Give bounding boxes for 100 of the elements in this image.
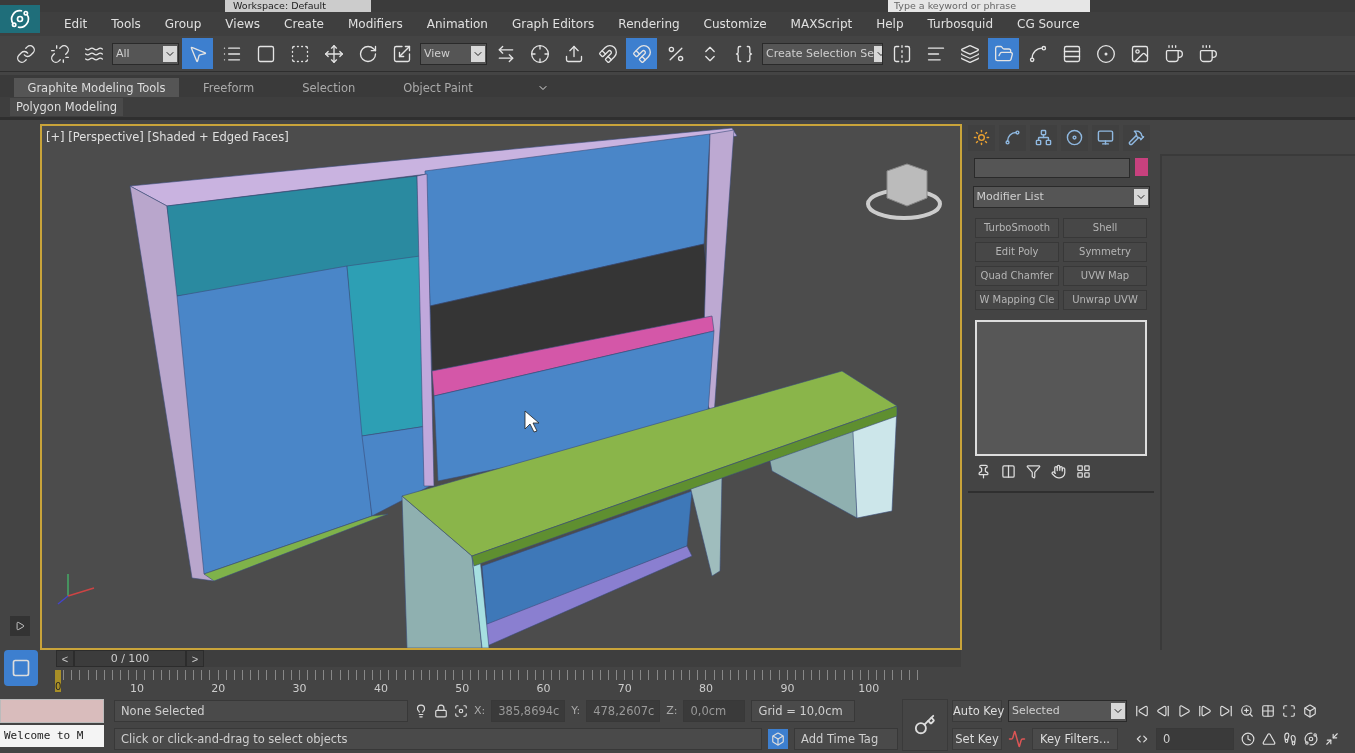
braces-icon: [733, 43, 754, 64]
menu-item[interactable]: Group: [152, 16, 214, 31]
z-field[interactable]: 0,0cm: [683, 700, 746, 722]
y-field[interactable]: 478,2607c: [586, 700, 661, 722]
view-cube-drawing[interactable]: [866, 163, 942, 220]
frame-number: 70: [617, 682, 632, 695]
funnel-icon[interactable]: [1026, 464, 1041, 479]
zoom-icon[interactable]: [1240, 704, 1254, 718]
menu-item[interactable]: Rendering: [606, 16, 692, 31]
set-key-button[interactable]: Set Key: [952, 728, 1002, 750]
ribbon-tab[interactable]: Object Paint: [379, 78, 497, 98]
step-back-icon[interactable]: [1156, 704, 1170, 718]
menu-item[interactable]: Turbosquid: [915, 16, 1005, 31]
lock-icon[interactable]: [434, 704, 448, 718]
play-icon[interactable]: [1177, 704, 1191, 718]
search-field[interactable]: Type a keyword or phrase: [888, 0, 1090, 12]
modifier-button[interactable]: Symmetry: [1063, 242, 1147, 262]
frame-field[interactable]: 0: [1156, 728, 1234, 750]
thumbnail-button[interactable]: [4, 650, 38, 686]
ribbon-tab[interactable]: Graphite Modeling Tools: [14, 78, 179, 98]
modifier-button[interactable]: Shell: [1063, 218, 1147, 238]
modifier-stack[interactable]: [975, 320, 1147, 456]
toolbar-button[interactable]: [182, 38, 213, 70]
menu-item[interactable]: Help: [864, 16, 916, 31]
add-time-tag-field[interactable]: Add Time Tag: [794, 728, 898, 750]
ribbon-tab[interactable]: Selection: [278, 78, 380, 98]
grid-icon[interactable]: [1261, 704, 1275, 718]
menu-item[interactable]: Animation: [414, 16, 500, 31]
previous-frame-button[interactable]: <: [56, 650, 74, 668]
pin-icon[interactable]: [976, 464, 991, 479]
modifier-button[interactable]: W Mapping Cle: [975, 290, 1059, 310]
menu-item[interactable]: CG Source: [1005, 16, 1092, 31]
clock-icon[interactable]: [1241, 732, 1255, 746]
scale-icon: [391, 43, 412, 64]
skip-back-icon[interactable]: [1135, 704, 1149, 718]
panel-tab[interactable]: [999, 125, 1026, 151]
focus-icon[interactable]: [454, 704, 468, 718]
panel-tab[interactable]: [1123, 125, 1150, 151]
hand-icon[interactable]: [1051, 464, 1066, 479]
script-listener-field[interactable]: [0, 699, 104, 723]
script-listener-text[interactable]: Welcome to M: [0, 725, 104, 747]
expand-button[interactable]: [10, 616, 30, 636]
cube-icon[interactable]: [1303, 704, 1317, 718]
panel-tab[interactable]: [1030, 125, 1057, 151]
modifier-button[interactable]: UVW Map: [1063, 266, 1147, 286]
menu-item[interactable]: Tools: [99, 16, 153, 31]
x-field[interactable]: 385,8694c: [491, 700, 566, 722]
maximize-icon[interactable]: [1282, 704, 1296, 718]
auto-key-button[interactable]: Auto Key: [952, 700, 1002, 722]
dashed-square-icon: [289, 43, 310, 64]
triangle-icon[interactable]: [1262, 732, 1276, 746]
key-mode-icon[interactable]: [1135, 732, 1149, 746]
time-slider-handle[interactable]: 0 / 100: [74, 650, 186, 668]
key-mode-dropdown[interactable]: Selected: [1008, 700, 1127, 722]
name-field[interactable]: [974, 158, 1130, 178]
set-keys-button[interactable]: [902, 699, 948, 751]
time-tag-icon[interactable]: [768, 729, 788, 749]
next-frame-button[interactable]: >: [186, 650, 204, 668]
modifier-button[interactable]: TurboSmooth: [975, 218, 1059, 238]
panel-tab[interactable]: [1092, 125, 1119, 151]
modifier-button[interactable]: Quad Chamfer: [975, 266, 1059, 286]
teapot-icon: [1197, 43, 1218, 64]
panel-tab[interactable]: [968, 125, 995, 151]
viewport[interactable]: [+] [Perspective] [Shaded + Edged Faces]: [40, 124, 962, 650]
dropdown[interactable]: View: [420, 42, 487, 65]
minimize-icon[interactable]: [1325, 732, 1339, 746]
grid-icon[interactable]: [1076, 464, 1091, 479]
footprints-icon[interactable]: [1283, 732, 1297, 746]
panel-tab[interactable]: [1061, 125, 1088, 151]
app-logo[interactable]: [0, 4, 40, 33]
dropdown[interactable]: Create Selection Se: [762, 42, 883, 65]
menu-item[interactable]: Create: [272, 16, 336, 31]
workspace-dropdown[interactable]: Workspace: Default: [225, 0, 371, 12]
menu-item[interactable]: MAXScript: [778, 16, 865, 31]
modifier-button[interactable]: Unwrap UVW: [1063, 290, 1147, 310]
z-label: Z:: [666, 704, 678, 718]
orbit-icon[interactable]: [1304, 732, 1318, 746]
panel-label[interactable]: Polygon Modeling: [10, 98, 124, 117]
y-label: Y:: [571, 704, 581, 718]
color-swatch[interactable]: [1135, 158, 1148, 176]
menu-item[interactable]: Graph Editors: [499, 16, 607, 31]
dropdown[interactable]: All: [112, 42, 179, 65]
frame-marker[interactable]: 0: [55, 670, 61, 692]
menu-item[interactable]: Modifiers: [335, 16, 415, 31]
step-forward-icon[interactable]: [1198, 704, 1212, 718]
key-filters-button[interactable]: Key Filters...: [1032, 728, 1118, 750]
curve-icon[interactable]: [1008, 730, 1026, 748]
skip-forward-icon[interactable]: [1219, 704, 1233, 718]
modifier-button[interactable]: Edit Poly: [975, 242, 1059, 262]
toolbar-button[interactable]: [626, 38, 657, 70]
menu-item[interactable]: Customize: [691, 16, 779, 31]
time-slider-track[interactable]: < 0 / 100 >: [56, 650, 961, 668]
modifier-dropdown[interactable]: Modifier List: [972, 186, 1150, 208]
lightbulb-icon[interactable]: [414, 704, 428, 718]
ribbon-tab[interactable]: Freeform: [179, 78, 279, 98]
toolbar-button[interactable]: [988, 38, 1019, 70]
viewport-label[interactable]: [+] [Perspective] [Shaded + Edged Faces]: [46, 130, 289, 144]
menu-item[interactable]: Edit: [52, 16, 100, 31]
bars-icon[interactable]: [1001, 464, 1016, 479]
menu-item[interactable]: Views: [213, 16, 273, 31]
